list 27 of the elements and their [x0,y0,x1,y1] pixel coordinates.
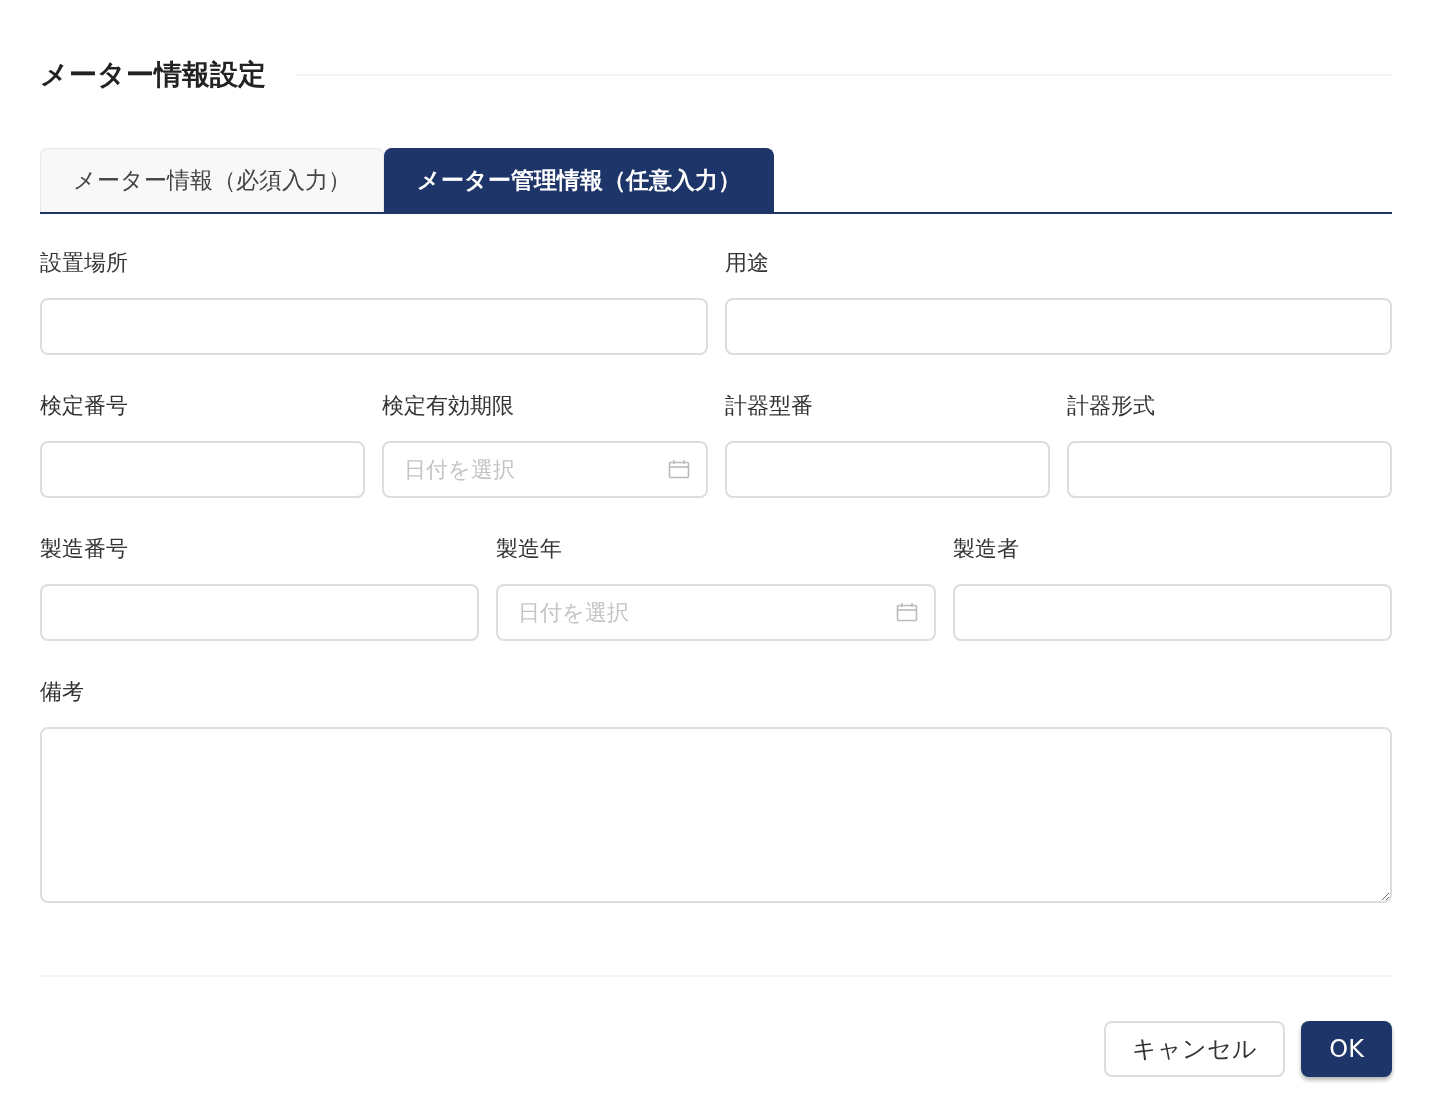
input-field[interactable] [1066,441,1392,498]
date-field[interactable]: 日付を選択 [382,441,708,498]
input-field[interactable] [40,298,708,355]
date-field[interactable]: 日付を選択 [496,584,936,641]
input-field[interactable] [724,298,1392,355]
input-field[interactable] [952,584,1392,641]
input-field[interactable] [40,584,480,641]
tab[interactable]: メーター情報（必須入力） [40,148,384,212]
field-label: 用途 [724,249,770,277]
input-field[interactable] [40,441,366,498]
dialog-title: メーター情報設定 [40,57,266,93]
input-field[interactable] [724,441,1050,498]
field-label: 備考 [40,678,85,706]
cancel-button[interactable]: キャンセル [1104,1021,1286,1077]
calendar-icon [667,459,690,479]
field-label: 計器型番 [724,392,814,420]
tab[interactable]: メーター管理情報（任意入力） [384,148,774,212]
ok-button[interactable]: OK [1301,1021,1392,1077]
field-label: 検定有効期限 [382,392,516,420]
field-label: 製造年 [496,535,564,563]
calendar-icon [895,602,918,622]
field-label: 設置場所 [40,249,129,277]
field-label: 製造番号 [40,535,129,563]
field-label: 製造者 [952,535,1020,563]
notes-field[interactable] [40,727,1392,903]
field-label: 検定番号 [40,392,129,420]
field-label: 計器形式 [1066,392,1156,420]
